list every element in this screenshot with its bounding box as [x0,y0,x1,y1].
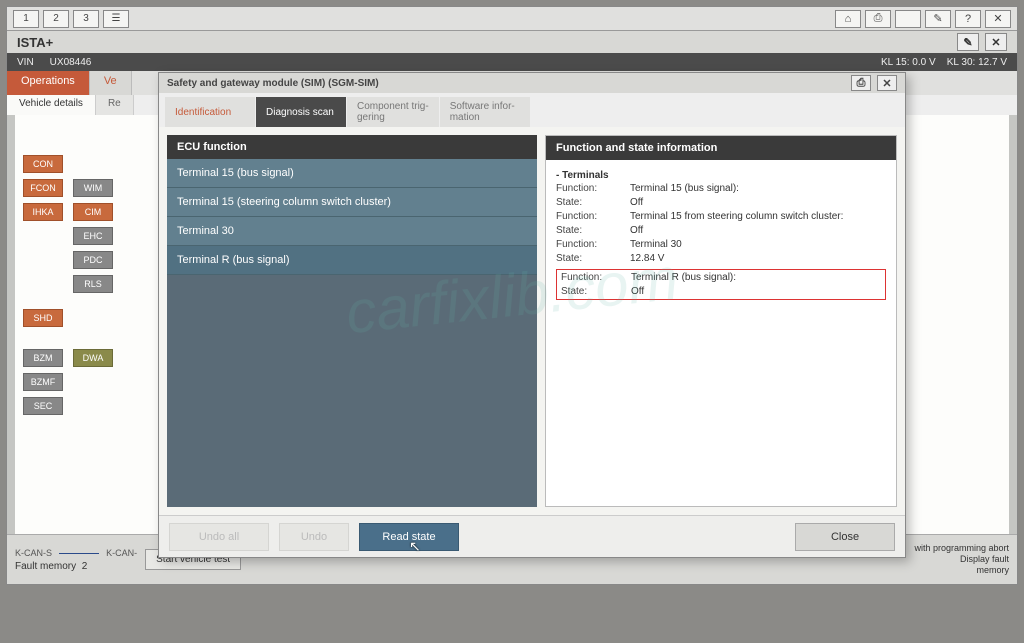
ecu-diagram: CON FCON WIM IHKA CIM EHC PDC RLS SHD BZ… [23,155,113,415]
ecu-rls[interactable]: RLS [73,275,113,293]
ecu-fcon[interactable]: FCON [23,179,63,197]
tab-diagnosis-scan[interactable]: Diagnosis scan [256,97,346,127]
ecu-bzm[interactable]: BZM [23,349,63,367]
ecu-dwa[interactable]: DWA [73,349,113,367]
func-value-hl: Terminal R (bus signal): [631,272,881,283]
ecu-item-terminal-30[interactable]: Terminal 30 [167,217,537,246]
subtab-vehicle-details[interactable]: Vehicle details [7,95,96,115]
help-icon[interactable]: ? [955,10,981,28]
print-icon[interactable]: ⎙ [865,10,891,28]
ecu-shd[interactable]: SHD [23,309,63,327]
state-value-1: Off [630,197,886,208]
function-state-header: Function and state information [546,136,896,160]
undo-all-button: Undo all [169,523,269,551]
state-value-hl: Off [631,286,881,297]
dialog-close-icon[interactable]: ✕ [877,75,897,91]
dialog-title: Safety and gateway module (SIM) (SGM-SIM… [167,78,379,89]
prog-abort-label: with programming abort [914,543,1009,554]
state-value-3: 12.84 V [630,253,886,264]
func-value-3: Terminal 30 [630,239,886,250]
state-label-3: State: [556,253,626,264]
ecu-ihka[interactable]: IHKA [23,203,63,221]
ecu-function-header: ECU function [167,135,537,159]
kl30-label: KL 30: [947,57,976,68]
display-fault-label[interactable]: Display fault [914,554,1009,565]
ecu-item-terminal-15-szl[interactable]: Terminal 15 (steering column switch clus… [167,188,537,217]
tab-component-triggering[interactable]: Component trig- gering [347,97,439,127]
tab-operations[interactable]: Operations [7,71,90,95]
list-icon[interactable]: ☰ [103,10,129,28]
ecu-bzmf[interactable]: BZMF [23,373,63,391]
dialog-print-icon[interactable]: ⎙ [851,75,871,91]
func-value-1: Terminal 15 (bus signal): [630,183,886,194]
vin-bar: VIN UX08446 KL 15: 0.0 V KL 30: 12.7 V [7,53,1017,71]
sgm-sim-dialog: Safety and gateway module (SIM) (SGM-SIM… [158,72,906,558]
func-label-1: Function: [556,183,626,194]
ecu-wim[interactable]: WIM [73,179,113,197]
bottom-right-info: with programming abort Display fault mem… [914,543,1009,575]
home-icon[interactable]: ⌂ [835,10,861,28]
dialog-body: ECU function Terminal 15 (bus signal) Te… [159,127,905,515]
ecu-con[interactable]: CON [23,155,63,173]
ecu-item-terminal-r-bus[interactable]: Terminal R (bus signal) [167,246,537,275]
tab-identification[interactable]: Identification [165,97,255,127]
kcan-label: K-CAN- [106,548,137,558]
page-box-3[interactable]: 3 [73,10,99,28]
ecu-cim[interactable]: CIM [73,203,113,221]
tab-ve[interactable]: Ve [90,71,132,95]
ecu-sec[interactable]: SEC [23,397,63,415]
func-value-2: Terminal 15 from steering column switch … [630,211,886,222]
function-state-body: - Terminals Function: Terminal 15 (bus s… [546,160,896,306]
func-label-hl: Function: [561,272,627,283]
ecu-pdc[interactable]: PDC [73,251,113,269]
undo-button: Undo [279,523,349,551]
kl15-value: 0.0 V [912,57,935,68]
fault-memory-value: 2 [82,561,88,572]
kl15-label: KL 15: [881,57,910,68]
ecu-item-terminal-15-bus[interactable]: Terminal 15 (bus signal) [167,159,537,188]
tools-icon[interactable]: ✎ [925,10,951,28]
page-box-1[interactable]: 1 [13,10,39,28]
read-state-button[interactable]: Read state ↖ [359,523,459,551]
kl30-value: 12.7 V [978,57,1007,68]
vin-value: UX08446 [50,57,92,68]
read-state-label: Read state [382,531,435,543]
app-title: ISTA+ [17,35,53,50]
dialog-tabs: Identification Diagnosis scan Component … [159,93,905,127]
state-value-2: Off [630,225,886,236]
state-label-2: State: [556,225,626,236]
close-button[interactable]: Close [795,523,895,551]
blank-icon-1[interactable] [895,10,921,28]
page-box-2[interactable]: 2 [43,10,69,28]
function-state-panel: Function and state information - Termina… [545,135,897,507]
close-icon[interactable]: ✕ [985,10,1011,28]
vin-label: VIN [17,57,34,68]
memory-label[interactable]: memory [914,565,1009,576]
subtab-re[interactable]: Re [96,95,134,115]
ecu-ehc[interactable]: EHC [73,227,113,245]
top-toolbar: 1 2 3 ☰ ⌂ ⎙ ✎ ? ✕ [7,7,1017,31]
kcan-s-label: K-CAN-S [15,548,52,558]
window-close-icon[interactable]: ✕ [985,33,1007,51]
ecu-function-list: ECU function Terminal 15 (bus signal) Te… [167,135,537,507]
func-label-2: Function: [556,211,626,222]
func-label-3: Function: [556,239,626,250]
state-label-1: State: [556,197,626,208]
settings-icon[interactable]: ✎ [957,33,979,51]
title-bar: ISTA+ ✎ ✕ [7,31,1017,53]
terminals-subheader: - Terminals [556,166,886,183]
tab-software-information[interactable]: Software infor- mation [440,97,530,127]
dialog-title-bar: Safety and gateway module (SIM) (SGM-SIM… [159,73,905,93]
state-label-hl: State: [561,286,627,297]
dialog-footer: Undo all Undo Read state ↖ Close [159,515,905,557]
highlighted-terminal-r: Function: Terminal R (bus signal): State… [556,269,886,300]
fault-memory-label: Fault memory [15,561,76,572]
